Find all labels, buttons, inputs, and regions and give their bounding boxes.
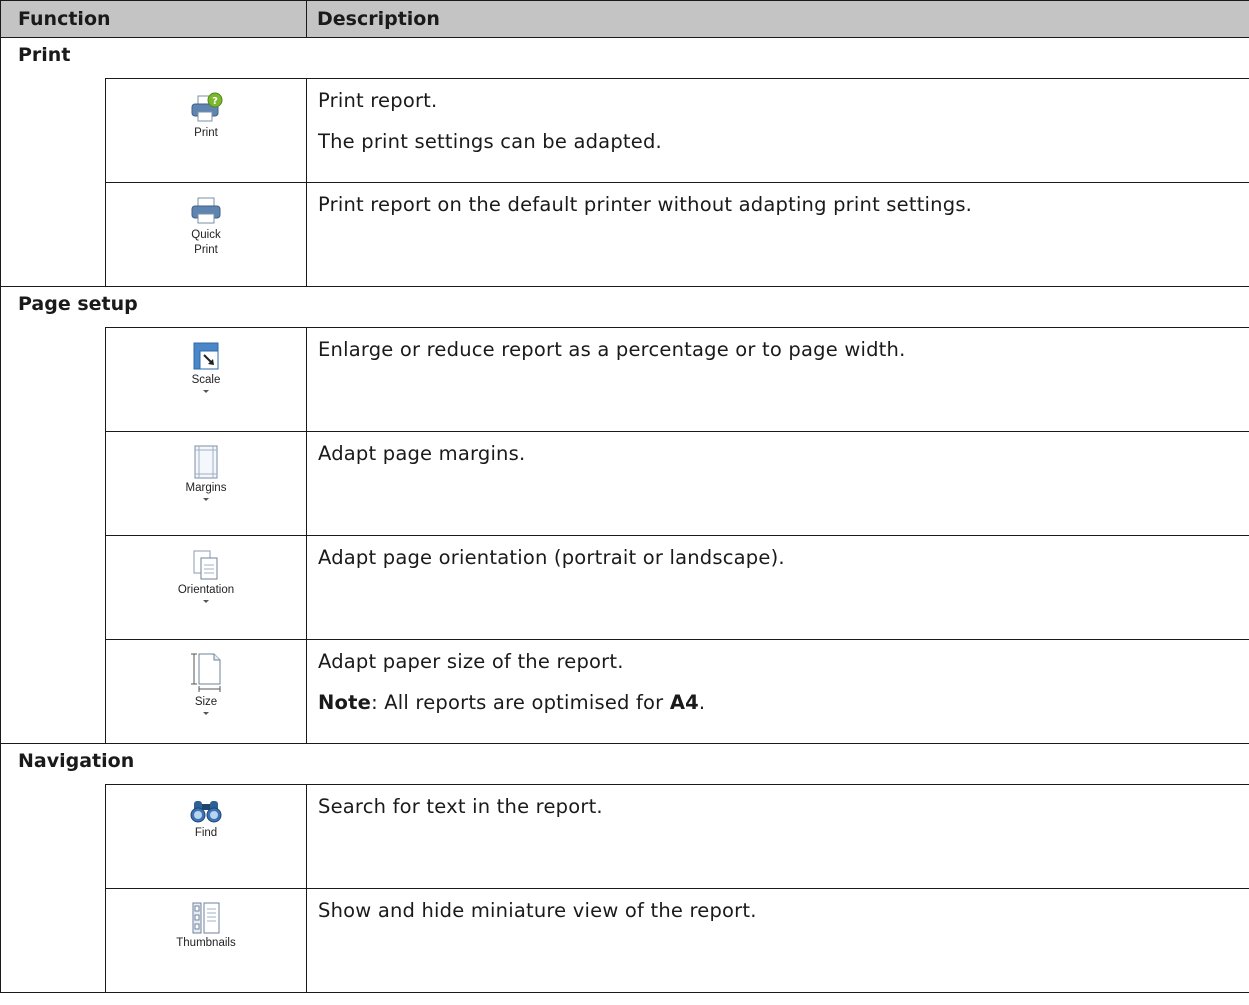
quick-print-button[interactable]: Quick Print: [105, 182, 307, 287]
table-row: Find Search for text in the report.: [0, 784, 1249, 993]
function-table-container: Function Description Print ? Print Print…: [0, 0, 1249, 1005]
chevron-down-icon: [203, 498, 209, 501]
table-row: Margins Adapt page margins.: [1, 431, 1249, 536]
scale-label: Scale: [191, 374, 221, 386]
table-row: Thumbnails Show and hide miniature view …: [1, 888, 1249, 993]
paper-size-icon: [190, 653, 222, 693]
note-value: A4: [669, 691, 699, 715]
table-header-row: Function Description: [0, 0, 1249, 38]
group-row-print: Print: [0, 37, 1249, 79]
printer-help-icon: ?: [189, 92, 223, 124]
note-text: : All reports are optimised for: [371, 691, 670, 715]
size-desc-line1: Adapt paper size of the report.: [318, 650, 624, 673]
margins-label: Margins: [185, 482, 227, 494]
print-description: Print report. The print settings can be …: [306, 78, 1249, 183]
thumbnails-button[interactable]: Thumbnails: [105, 888, 307, 993]
note-label: Note: [318, 691, 372, 715]
scale-icon: [191, 341, 221, 371]
size-label: Size: [194, 696, 218, 708]
group-indent: [0, 78, 106, 287]
chevron-down-icon: [203, 390, 209, 393]
group-indent: [0, 327, 106, 744]
print-desc-line2: The print settings can be adapted.: [318, 130, 662, 154]
group-indent: [0, 784, 106, 993]
chevron-down-icon: [202, 600, 209, 603]
find-description: Search for text in the report.: [306, 784, 1249, 889]
chevron-down-icon: [203, 712, 209, 715]
group-label-navigation: Navigation: [0, 743, 1249, 785]
quick-print-description: Print report on the default printer with…: [306, 182, 1249, 287]
scale-button[interactable]: Scale: [105, 327, 307, 432]
group-label-print: Print: [0, 37, 1249, 79]
margins-icon: [186, 445, 227, 479]
margins-description: Adapt page margins.: [306, 431, 1249, 536]
scale-description: Enlarge or reduce report as a percentage…: [306, 327, 1249, 432]
table-row: Size Adapt paper size of the report. Not…: [1, 639, 1249, 744]
note-end: .: [698, 691, 706, 715]
binoculars-icon: [190, 798, 222, 824]
table-row: Quick Print Print report on the default …: [1, 182, 1249, 287]
print-desc-line1: Print report.: [318, 89, 438, 112]
size-note: Note: All reports are optimised for A4.: [318, 690, 1249, 715]
orientation-icon: [178, 549, 234, 581]
svg-text:?: ?: [212, 96, 218, 107]
quick-print-label-2: Print: [194, 244, 218, 256]
group-row-navigation: Navigation: [0, 743, 1249, 785]
group-label-page-setup: Page setup: [0, 286, 1249, 328]
orientation-label: Orientation: [177, 584, 235, 596]
size-button[interactable]: Size: [105, 639, 307, 744]
find-label: Find: [194, 827, 218, 839]
print-button[interactable]: ? Print: [105, 78, 307, 183]
thumbnails-icon: [176, 902, 235, 934]
table-row: Scale Enlarge or reduce report as a perc…: [0, 327, 1249, 744]
table-row: ? Print Print report. The print settings…: [0, 78, 1249, 287]
group-row-page-setup: Page setup: [0, 286, 1249, 328]
quick-print-label-1: Quick: [191, 229, 221, 241]
printer-icon: [189, 196, 223, 226]
header-description: Description: [306, 0, 1249, 38]
orientation-description: Adapt page orientation (portrait or land…: [306, 535, 1249, 640]
header-function: Function: [0, 0, 307, 38]
find-button[interactable]: Find: [105, 784, 307, 889]
function-table: Function Description Print ? Print Print…: [0, 0, 1249, 993]
thumbnails-description: Show and hide miniature view of the repo…: [306, 888, 1249, 993]
table-row: Orientation Adapt page orientation (port…: [1, 535, 1249, 640]
margins-button[interactable]: Margins: [105, 431, 307, 536]
thumbnails-label: Thumbnails: [176, 937, 236, 949]
print-label: Print: [194, 127, 218, 139]
orientation-button[interactable]: Orientation: [105, 535, 307, 640]
size-description: Adapt paper size of the report. Note: Al…: [306, 639, 1249, 744]
